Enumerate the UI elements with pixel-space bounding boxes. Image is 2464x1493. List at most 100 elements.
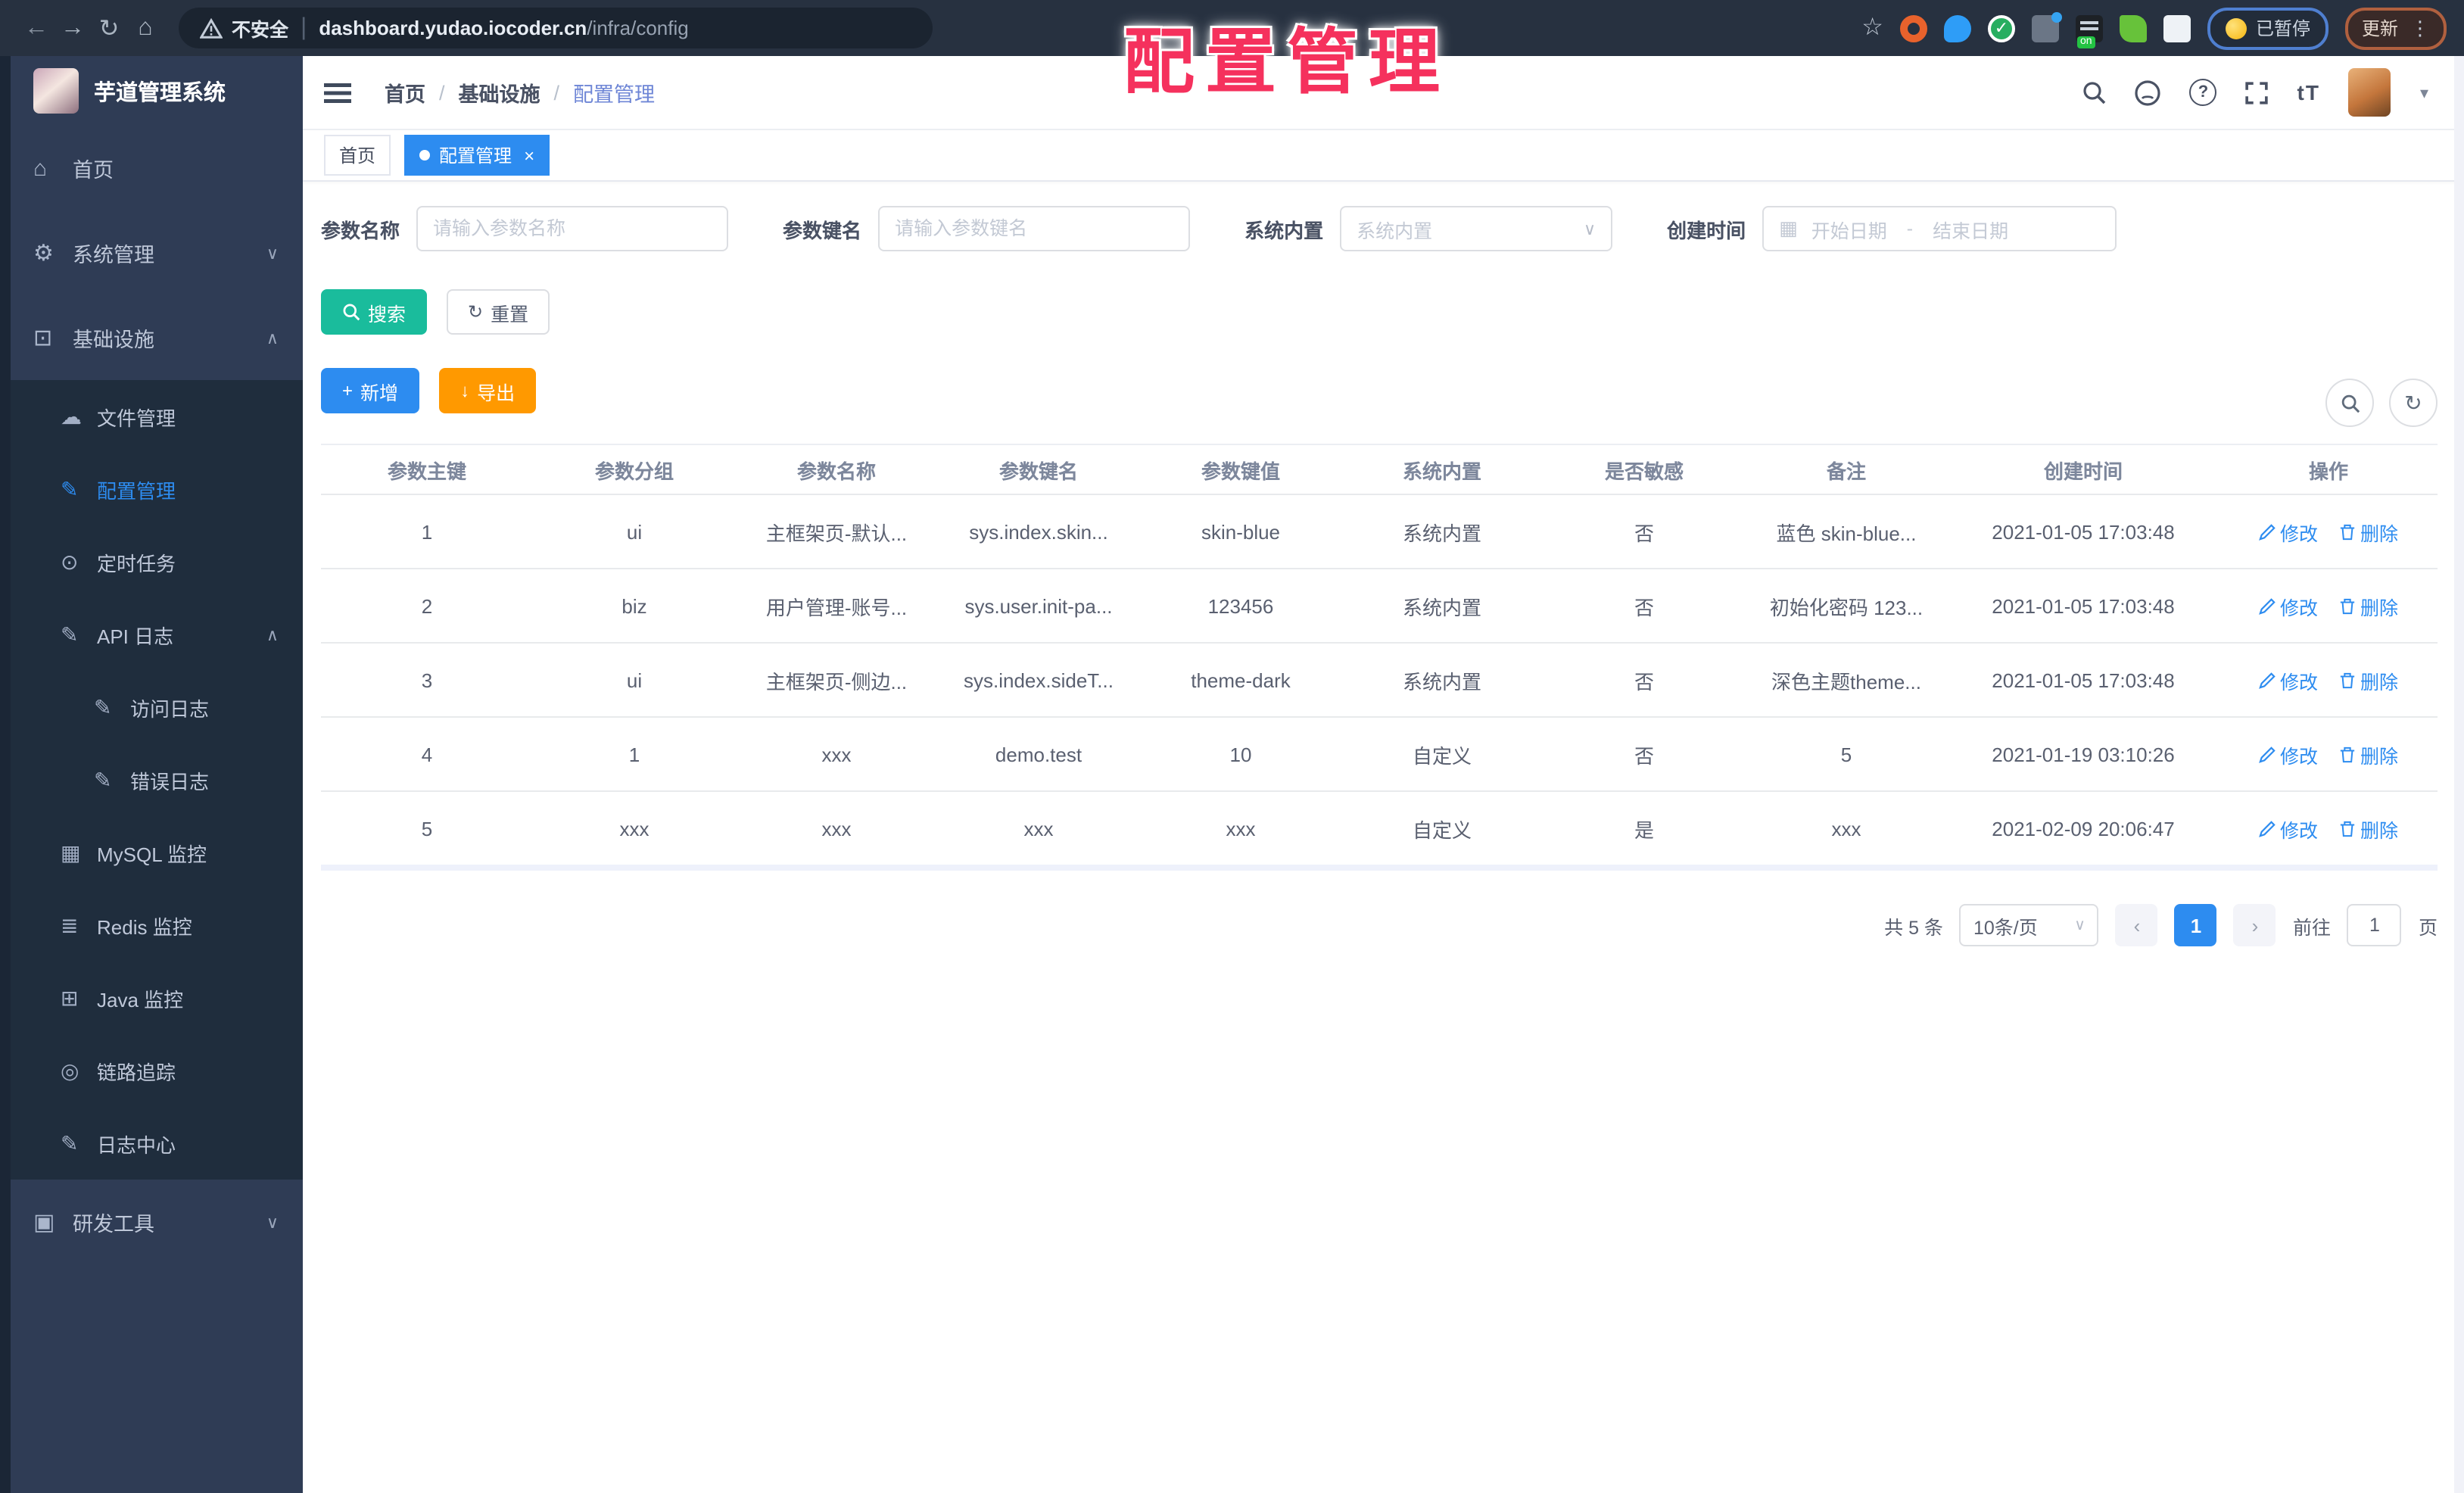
sidebar-item-dev-tools[interactable]: ▣ 研发工具 ∨ [0, 1180, 303, 1264]
export-label: 导出 [477, 382, 516, 404]
logo-avatar [33, 68, 79, 114]
help-glyph: ? [2189, 79, 2217, 106]
refresh-button[interactable]: ↻ [2389, 379, 2438, 427]
sidebar-item-infra[interactable]: ⊡ 基础设施 ∧ [0, 295, 303, 380]
extension-gray-icon[interactable] [2031, 11, 2062, 42]
browser-home-icon[interactable]: ⌂ [127, 14, 164, 42]
browser-reload-icon[interactable]: ↻ [91, 13, 127, 43]
date-range-picker[interactable]: ▦ 开始日期 - 结束日期 [1762, 206, 2117, 251]
edit-link[interactable]: 修改 [2259, 665, 2318, 694]
user-avatar[interactable] [2348, 68, 2391, 117]
page-size-select[interactable]: 10条/页 ∨ [1959, 904, 2099, 946]
sidebar-item-config-manage[interactable]: ✎ 配置管理 [0, 453, 303, 525]
sidebar-toggle-icon[interactable] [324, 83, 351, 102]
col-header: 操作 [2308, 460, 2348, 482]
browser-update-button[interactable]: 更新 ⋮ [2344, 7, 2447, 49]
system-type-select[interactable]: 系统内置 ∨ [1340, 206, 1613, 251]
cell: 2021-01-05 17:03:48 [1992, 594, 2175, 617]
extension-orange-icon[interactable] [1899, 14, 1927, 42]
sidebar-item-trace[interactable]: ◎ 链路追踪 [0, 1034, 303, 1107]
warning-icon [200, 17, 223, 38]
user-menu-caret-icon[interactable]: ▾ [2420, 83, 2428, 102]
browser-back-icon[interactable]: ← [18, 14, 55, 42]
sidebar-item-java-monitor[interactable]: ⊞ Java 监控 [0, 962, 303, 1034]
breadcrumb-home[interactable]: 首页 [385, 77, 425, 108]
java-monitor-icon: ⊞ [61, 985, 79, 1009]
sidebar-item-scheduled-tasks[interactable]: ⊙ 定时任务 [0, 525, 303, 598]
cell: 2021-01-05 17:03:48 [1992, 520, 2175, 543]
log-edit-icon: ✎ [94, 694, 112, 718]
table-row: 5 xxx xxx xxx xxx 自定义 是 xxx 2021-02-09 2… [321, 792, 2438, 871]
briefcase-icon: ▣ [33, 1210, 55, 1236]
extension-pin-icon[interactable] [1943, 14, 1971, 42]
cell: 系统内置 [1402, 522, 1481, 544]
extension-check-icon[interactable]: ✓ [1987, 14, 2015, 42]
param-key-input[interactable] [878, 206, 1191, 251]
chevron-down-icon: ∨ [2074, 917, 2086, 934]
url-bar[interactable]: 不安全 | dashboard.yudao.iocoder.cn /infra/… [179, 8, 933, 48]
chevron-down-icon: ∨ [266, 1214, 279, 1232]
sidebar-item-label: Redis 监控 [97, 915, 192, 938]
sidebar-item-api-log[interactable]: ✎ API 日志 ∧ [0, 598, 303, 671]
paused-pill[interactable]: 已暂停 [2207, 7, 2328, 49]
main-area: 首页 / 基础设施 / 配置管理 ? tT ▾ 首页 配置管理 × 参数名称 请… [303, 56, 2464, 1493]
delete-link[interactable]: 删除 [2339, 740, 2398, 768]
log-edit-icon: ✎ [61, 622, 79, 646]
fullscreen-icon[interactable] [2245, 81, 2269, 104]
export-button[interactable]: ↓ 导出 [439, 368, 537, 413]
reset-button[interactable]: ↻ 重置 [447, 289, 550, 335]
goto-page-input[interactable] [2347, 904, 2402, 946]
delete-link[interactable]: 删除 [2339, 814, 2398, 843]
delete-label: 删除 [2360, 820, 2399, 841]
sidebar-item-label: MySQL 监控 [97, 843, 207, 865]
log-edit-icon: ✎ [61, 1130, 79, 1155]
breadcrumb-infra[interactable]: 基础设施 [459, 77, 540, 108]
close-icon[interactable]: × [524, 145, 534, 166]
browser-forward-icon[interactable]: → [55, 14, 91, 42]
tabs-bar: 首页 配置管理 × [303, 130, 2464, 182]
browser-menu-icon[interactable]: ⋮ [2410, 16, 2430, 40]
sidebar-item-label: 文件管理 [97, 407, 176, 429]
prev-page-button[interactable]: ‹ [2115, 904, 2158, 946]
breadcrumb-separator: / [553, 81, 560, 104]
search-icon[interactable] [2082, 80, 2107, 104]
edit-link[interactable]: 修改 [2259, 591, 2318, 620]
cell: 否 [1634, 522, 1654, 544]
toggle-search-button[interactable] [2325, 379, 2374, 427]
sidebar-item-file-manage[interactable]: ☁ 文件管理 [0, 380, 303, 453]
sidebar-item-redis-monitor[interactable]: ≣ Redis 监控 [0, 889, 303, 962]
font-size-icon[interactable]: tT [2297, 80, 2320, 104]
help-icon[interactable]: ? [2189, 79, 2217, 106]
col-header: 参数名称 [796, 460, 876, 482]
sidebar-item-system[interactable]: ⚙ 系统管理 ∨ [0, 210, 303, 295]
delete-label: 删除 [2360, 746, 2399, 767]
col-header: 备注 [1826, 460, 1866, 482]
add-button[interactable]: + 新增 [321, 368, 420, 413]
extensions-puzzle-icon[interactable] [2163, 14, 2191, 42]
sidebar-item-mysql-monitor[interactable]: ▦ MySQL 监控 [0, 816, 303, 889]
extension-leaf-icon[interactable] [2119, 14, 2147, 42]
scrollbar[interactable] [2454, 56, 2464, 1493]
edit-link[interactable]: 修改 [2259, 814, 2318, 843]
sidebar-item-home[interactable]: ⌂ 首页 [0, 126, 303, 210]
edit-link[interactable]: 修改 [2259, 517, 2318, 546]
bookmark-star-icon[interactable]: ☆ [1861, 15, 1883, 40]
sidebar-item-label: API 日志 [97, 625, 174, 647]
tab-home[interactable]: 首页 [324, 135, 391, 176]
tab-config-manage[interactable]: 配置管理 × [404, 135, 550, 176]
sidebar-item-log-center[interactable]: ✎ 日志中心 [0, 1107, 303, 1180]
search-button[interactable]: 搜索 [321, 289, 428, 335]
app-logo[interactable]: 芋道管理系统 [0, 56, 303, 126]
github-icon[interactable] [2135, 79, 2161, 105]
delete-link[interactable]: 删除 [2339, 517, 2398, 546]
sidebar-item-error-log[interactable]: ✎ 错误日志 [0, 743, 303, 816]
cell: 4 [421, 743, 433, 765]
page-1-button[interactable]: 1 [2174, 904, 2217, 946]
delete-link[interactable]: 删除 [2339, 591, 2398, 620]
param-name-input[interactable] [416, 206, 729, 251]
edit-link[interactable]: 修改 [2259, 740, 2318, 768]
sidebar-item-access-log[interactable]: ✎ 访问日志 [0, 671, 303, 743]
extension-on-icon[interactable] [2075, 14, 2103, 48]
delete-link[interactable]: 删除 [2339, 665, 2398, 694]
next-page-button[interactable]: › [2233, 904, 2276, 946]
